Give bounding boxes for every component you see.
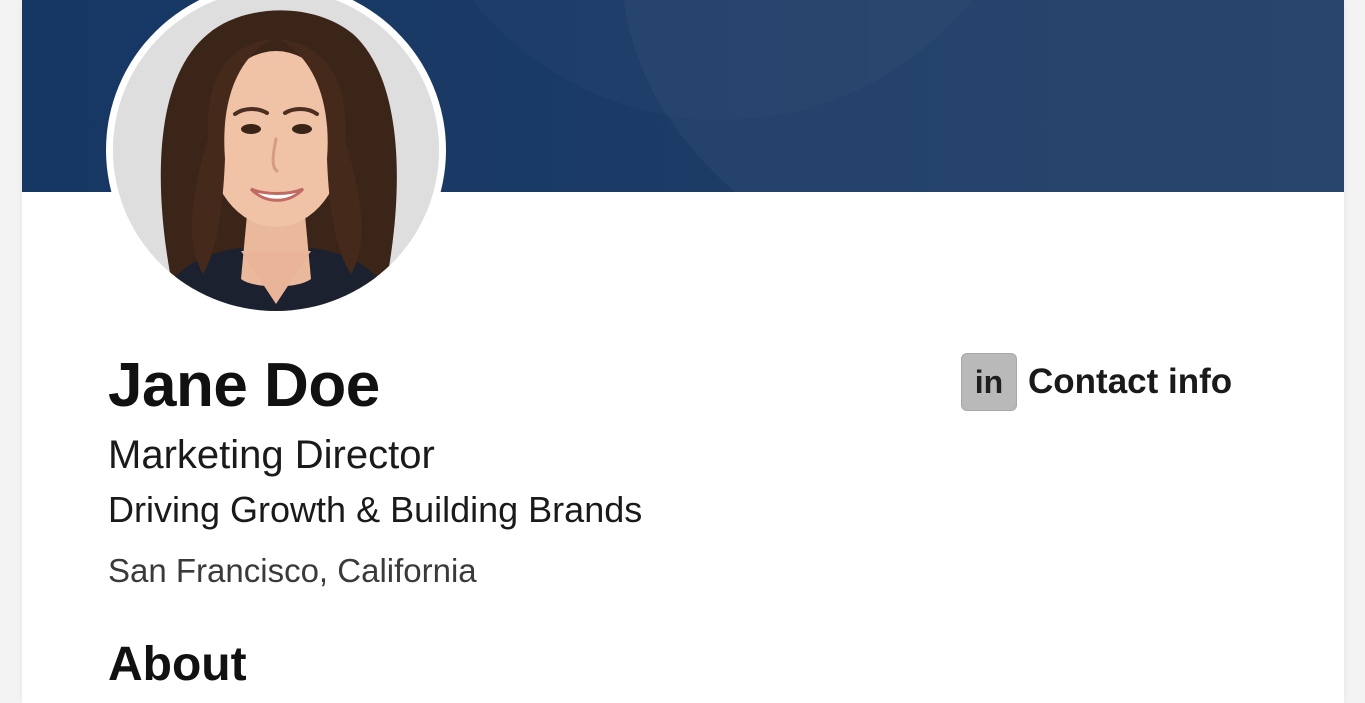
avatar[interactable] xyxy=(106,0,446,318)
profile-page: Jane Doe Marketing Director Driving Grow… xyxy=(0,0,1365,703)
banner-decoration xyxy=(622,0,1344,192)
profile-name: Jane Doe xyxy=(108,351,380,420)
profile-photo-illustration xyxy=(113,0,439,311)
linkedin-icon: in xyxy=(961,353,1017,411)
contact-info-label: Contact info xyxy=(1028,362,1233,401)
profile-location: San Francisco, California xyxy=(108,552,477,589)
profile-tagline: Driving Growth & Building Brands xyxy=(108,489,643,530)
profile-card: Jane Doe Marketing Director Driving Grow… xyxy=(22,0,1344,703)
profile-headline: Marketing Director xyxy=(108,433,435,477)
profile-photo xyxy=(113,0,439,311)
contact-info-link[interactable]: in Contact info xyxy=(961,352,1232,412)
about-section-heading: About xyxy=(108,638,247,691)
